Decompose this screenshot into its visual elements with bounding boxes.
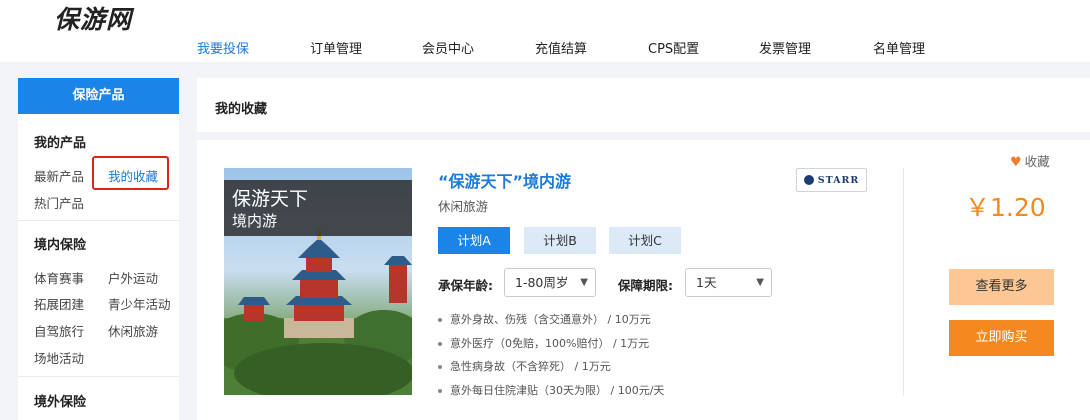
sidebar-item-road-trip[interactable]: 自驾旅行 xyxy=(34,321,84,340)
heart-icon: ♥ xyxy=(1010,155,1022,170)
sidebar-item-team-building[interactable]: 拓展团建 xyxy=(34,294,84,313)
sidebar: 保险产品 我的产品 最新产品 我的收藏 热门产品 境内保险 体育赛事 户外运动 … xyxy=(18,78,179,420)
breadcrumb-bar: 我的收藏 xyxy=(197,78,1090,132)
top-header: 保游网 我要投保 订单管理 会员中心 充值结算 CPS配置 发票管理 名单管理 xyxy=(0,0,1090,62)
list-item: 急性病身故（不含猝死） / 1万元 xyxy=(438,355,664,379)
nav-item-list[interactable]: 名单管理 xyxy=(873,38,925,57)
sidebar-item-outdoor[interactable]: 户外运动 xyxy=(108,268,158,287)
sidebar-divider xyxy=(18,376,179,377)
sidebar-item-popular[interactable]: 热门产品 xyxy=(34,193,84,212)
view-more-button[interactable]: 查看更多 xyxy=(949,269,1054,305)
sidebar-title[interactable]: 保险产品 xyxy=(18,78,179,114)
product-card: 保游天下 境内游 “保游天下”境内游 休闲旅游 STARR 计划A 计划B 计划… xyxy=(197,140,1090,420)
nav-item-member[interactable]: 会员中心 xyxy=(422,38,474,57)
buy-now-button[interactable]: 立即购买 xyxy=(949,320,1054,356)
site-logo[interactable]: 保游网 xyxy=(54,0,132,36)
sidebar-divider xyxy=(18,220,179,221)
list-item: 意外每日住院津贴（30天为限） / 100元/天 xyxy=(438,379,664,403)
sidebar-group-domestic: 境内保险 xyxy=(34,238,87,253)
sidebar-item-latest[interactable]: 最新产品 xyxy=(34,166,84,185)
sidebar-group-overseas: 境外保险 xyxy=(34,395,87,410)
image-caption-title: 保游天下 xyxy=(232,188,309,210)
list-item: 意外医疗（0免赔，100%赔付） / 1万元 xyxy=(438,332,664,356)
insurer-logo-icon xyxy=(803,175,814,185)
nav-item-recharge[interactable]: 充值结算 xyxy=(535,38,587,57)
plan-b-button[interactable]: 计划B xyxy=(524,227,596,254)
nav-item-buy-insurance[interactable]: 我要投保 xyxy=(197,38,249,57)
age-select-value: 1-80周岁 xyxy=(515,275,569,290)
benefit-list: 意外身故、伤残（含交通意外） / 10万元 意外医疗（0免赔，100%赔付） /… xyxy=(438,308,664,402)
sidebar-item-venue[interactable]: 场地活动 xyxy=(34,348,84,367)
nav-item-orders[interactable]: 订单管理 xyxy=(310,38,362,57)
sidebar-group-my-products: 我的产品 xyxy=(34,136,87,151)
product-title[interactable]: “保游天下”境内游 xyxy=(438,168,571,192)
product-category: 休闲旅游 xyxy=(438,199,489,214)
nav-item-cps[interactable]: CPS配置 xyxy=(648,38,699,57)
age-label: 承保年龄: xyxy=(438,278,493,293)
image-caption-subtitle: 境内游 xyxy=(232,212,278,230)
favorite-button[interactable]: ♥ 收藏 xyxy=(1010,151,1050,170)
sidebar-item-youth[interactable]: 青少年活动 xyxy=(108,294,171,313)
insurer-logo-text: STARR xyxy=(817,174,860,186)
selection-highlight xyxy=(92,156,169,190)
nav-item-invoice[interactable]: 发票管理 xyxy=(759,38,811,57)
product-image[interactable]: 保游天下 境内游 xyxy=(224,168,412,395)
card-divider xyxy=(903,168,904,396)
sidebar-item-sports[interactable]: 体育赛事 xyxy=(34,268,84,287)
list-item: 意外身故、伤残（含交通意外） / 10万元 xyxy=(438,308,664,332)
insurer-logo: STARR xyxy=(796,168,867,192)
age-select[interactable]: 1-80周岁 ▼ xyxy=(504,268,596,297)
favorite-label: 收藏 xyxy=(1024,154,1050,169)
plan-a-button[interactable]: 计划A xyxy=(438,227,510,254)
period-select-value: 1天 xyxy=(696,275,717,290)
period-select[interactable]: 1天 ▼ xyxy=(685,268,772,297)
page-title: 我的收藏 xyxy=(215,102,268,117)
plan-c-button[interactable]: 计划C xyxy=(609,227,681,254)
period-label: 保障期限: xyxy=(618,278,673,293)
product-price: ￥1.20 xyxy=(965,193,1046,222)
sidebar-item-leisure[interactable]: 休闲旅游 xyxy=(108,321,158,340)
chevron-down-icon: ▼ xyxy=(580,277,588,288)
chevron-down-icon: ▼ xyxy=(756,277,764,288)
